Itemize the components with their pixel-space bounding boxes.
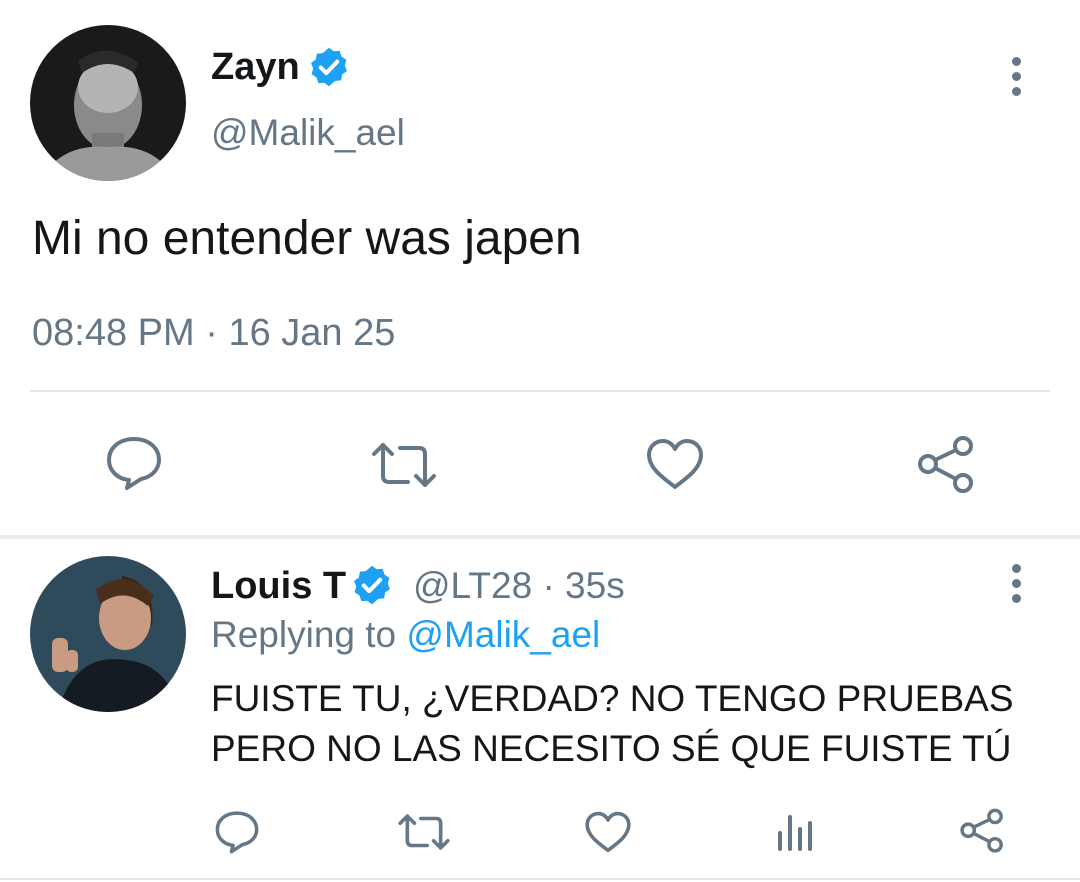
avatar-image (30, 556, 186, 712)
section-separator (0, 535, 1080, 539)
reply-icon[interactable] (105, 435, 163, 491)
tweet-timestamp: 08:48 PM · 16 Jan 25 (32, 310, 395, 356)
reply-text-line-2: PERO NO LAS NECESITO SÉ QUE FUISTE TÚ (211, 728, 1012, 769)
replying-to-line: Replying to @Malik_ael (211, 612, 600, 658)
reply-share-icon[interactable] (958, 808, 1006, 854)
tweet-text: Mi no entender was japen (32, 212, 582, 265)
verified-badge-icon (307, 45, 351, 89)
divider (30, 390, 1050, 392)
reply-retweet-icon[interactable] (397, 812, 451, 852)
reply-separator: · (542, 565, 555, 606)
reply-display-name[interactable]: Louis T (211, 565, 346, 607)
replying-to-link[interactable]: @Malik_ael (406, 614, 600, 655)
reply-handle[interactable]: @LT28 (413, 565, 532, 606)
analytics-icon[interactable] (775, 811, 815, 853)
reply-age: 35s (565, 565, 625, 606)
retweet-icon[interactable] (370, 440, 438, 490)
timestamp-separator: · (205, 312, 218, 354)
avatar-image (30, 25, 186, 181)
reply-header: Louis T (211, 563, 346, 609)
tweet-date: 16 Jan 25 (228, 312, 396, 354)
like-icon[interactable] (645, 437, 705, 491)
avatar-louis[interactable] (30, 556, 186, 712)
reply-meta: @LT28 · 35s (413, 563, 625, 609)
replying-label: Replying to (211, 614, 397, 655)
share-icon[interactable] (915, 435, 977, 495)
reply-text-line-1: FUISTE TU, ¿VERDAD? NO TENGO PRUEBAS (211, 678, 1014, 719)
reply-reply-icon[interactable] (214, 810, 260, 854)
reply-like-icon[interactable] (584, 810, 632, 854)
avatar-zayn[interactable] (30, 25, 186, 181)
bottom-divider (0, 878, 1080, 880)
tweet-time: 08:48 PM (32, 312, 195, 354)
more-options-icon[interactable] (1012, 57, 1026, 102)
handle[interactable]: @Malik_ael (211, 110, 405, 156)
reply-more-options-icon[interactable] (1012, 564, 1026, 609)
display-name[interactable]: Zayn (211, 44, 300, 90)
verified-badge-icon (350, 563, 394, 607)
